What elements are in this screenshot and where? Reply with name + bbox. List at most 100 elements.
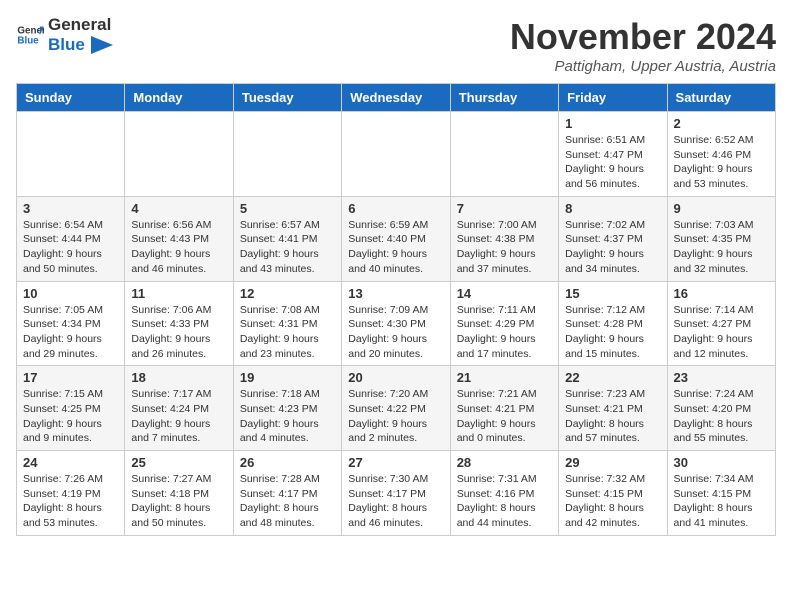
day-number: 5 [240,201,335,216]
calendar-cell: 1 Sunrise: 6:51 AM Sunset: 4:47 PM Daylig… [559,112,667,197]
day-info: Sunrise: 7:34 AM Sunset: 4:15 PM Dayligh… [674,472,769,531]
calendar-week-row: 17 Sunrise: 7:15 AM Sunset: 4:25 PM Dayli… [17,366,776,451]
day-info: Sunrise: 7:21 AM Sunset: 4:21 PM Dayligh… [457,387,552,446]
logo-arrow-icon [91,36,113,54]
calendar-cell [450,112,558,197]
svg-text:Blue: Blue [17,36,39,47]
day-info: Sunrise: 7:03 AM Sunset: 4:35 PM Dayligh… [674,218,769,277]
day-number: 26 [240,455,335,470]
calendar-cell: 17 Sunrise: 7:15 AM Sunset: 4:25 PM Dayli… [17,366,125,451]
calendar-cell: 29 Sunrise: 7:32 AM Sunset: 4:15 PM Dayli… [559,451,667,536]
calendar-week-row: 10Sunrise: 7:05 AM Sunset: 4:34 PM Dayli… [17,281,776,366]
calendar-header-thursday: Thursday [450,84,558,112]
day-info: Sunrise: 7:27 AM Sunset: 4:18 PM Dayligh… [131,472,226,531]
day-number: 17 [23,370,118,385]
calendar-cell: 23Sunrise: 7:24 AM Sunset: 4:20 PM Dayli… [667,366,775,451]
calendar-cell [125,112,233,197]
day-number: 16 [674,286,769,301]
day-number: 25 [131,455,226,470]
day-number: 19 [240,370,335,385]
day-info: Sunrise: 6:51 AM Sunset: 4:47 PM Dayligh… [565,133,660,192]
calendar-cell: 18 Sunrise: 7:17 AM Sunset: 4:24 PM Dayli… [125,366,233,451]
calendar-header-tuesday: Tuesday [233,84,341,112]
day-number: 28 [457,455,552,470]
page-title: November 2024 [510,16,776,58]
calendar-header-sunday: Sunday [17,84,125,112]
day-info: Sunrise: 7:20 AM Sunset: 4:22 PM Dayligh… [348,387,443,446]
day-number: 22 [565,370,660,385]
day-info: Sunrise: 6:52 AM Sunset: 4:46 PM Dayligh… [674,133,769,192]
calendar-cell [342,112,450,197]
calendar-cell: 15 Sunrise: 7:12 AM Sunset: 4:28 PM Dayli… [559,281,667,366]
day-number: 14 [457,286,552,301]
calendar-header-row: SundayMondayTuesdayWednesdayThursdayFrid… [17,84,776,112]
logo-icon: General Blue [16,21,44,49]
calendar-cell: 12Sunrise: 7:08 AM Sunset: 4:31 PM Dayli… [233,281,341,366]
logo-blue: Blue [48,35,85,54]
calendar-cell: 26 Sunrise: 7:28 AM Sunset: 4:17 PM Dayli… [233,451,341,536]
calendar-cell: 20Sunrise: 7:20 AM Sunset: 4:22 PM Dayli… [342,366,450,451]
day-info: Sunrise: 7:18 AM Sunset: 4:23 PM Dayligh… [240,387,335,446]
day-info: Sunrise: 7:00 AM Sunset: 4:38 PM Dayligh… [457,218,552,277]
calendar-cell: 27 Sunrise: 7:30 AM Sunset: 4:17 PM Dayli… [342,451,450,536]
day-info: Sunrise: 6:57 AM Sunset: 4:41 PM Dayligh… [240,218,335,277]
day-info: Sunrise: 6:54 AM Sunset: 4:44 PM Dayligh… [23,218,118,277]
calendar-cell: 30Sunrise: 7:34 AM Sunset: 4:15 PM Dayli… [667,451,775,536]
calendar-cell: 2 Sunrise: 6:52 AM Sunset: 4:46 PM Daylig… [667,112,775,197]
calendar-week-row: 1 Sunrise: 6:51 AM Sunset: 4:47 PM Daylig… [17,112,776,197]
day-info: Sunrise: 7:15 AM Sunset: 4:25 PM Dayligh… [23,387,118,446]
calendar-cell: 16Sunrise: 7:14 AM Sunset: 4:27 PM Dayli… [667,281,775,366]
day-number: 4 [131,201,226,216]
day-number: 18 [131,370,226,385]
day-info: Sunrise: 7:30 AM Sunset: 4:17 PM Dayligh… [348,472,443,531]
calendar-cell: 10Sunrise: 7:05 AM Sunset: 4:34 PM Dayli… [17,281,125,366]
day-info: Sunrise: 7:02 AM Sunset: 4:37 PM Dayligh… [565,218,660,277]
day-number: 7 [457,201,552,216]
day-number: 8 [565,201,660,216]
day-number: 27 [348,455,443,470]
day-number: 10 [23,286,118,301]
calendar-cell: 9Sunrise: 7:03 AM Sunset: 4:35 PM Daylig… [667,196,775,281]
calendar-cell: 19 Sunrise: 7:18 AM Sunset: 4:23 PM Dayli… [233,366,341,451]
day-number: 29 [565,455,660,470]
calendar-header-monday: Monday [125,84,233,112]
calendar-header-saturday: Saturday [667,84,775,112]
calendar-header-friday: Friday [559,84,667,112]
calendar-cell: 28 Sunrise: 7:31 AM Sunset: 4:16 PM Dayli… [450,451,558,536]
page-header: General Blue General Blue November 2024 … [16,16,776,75]
calendar-cell: 13Sunrise: 7:09 AM Sunset: 4:30 PM Dayli… [342,281,450,366]
calendar-cell: 25 Sunrise: 7:27 AM Sunset: 4:18 PM Dayli… [125,451,233,536]
day-info: Sunrise: 7:17 AM Sunset: 4:24 PM Dayligh… [131,387,226,446]
day-info: Sunrise: 7:23 AM Sunset: 4:21 PM Dayligh… [565,387,660,446]
day-info: Sunrise: 6:56 AM Sunset: 4:43 PM Dayligh… [131,218,226,277]
calendar-cell: 21 Sunrise: 7:21 AM Sunset: 4:21 PM Dayli… [450,366,558,451]
calendar-cell: 14 Sunrise: 7:11 AM Sunset: 4:29 PM Dayli… [450,281,558,366]
calendar-cell: 6 Sunrise: 6:59 AM Sunset: 4:40 PM Daylig… [342,196,450,281]
day-number: 13 [348,286,443,301]
calendar-cell: 4 Sunrise: 6:56 AM Sunset: 4:43 PM Daylig… [125,196,233,281]
calendar-cell: 11Sunrise: 7:06 AM Sunset: 4:33 PM Dayli… [125,281,233,366]
day-number: 12 [240,286,335,301]
day-number: 2 [674,116,769,131]
day-number: 21 [457,370,552,385]
calendar-cell: 7 Sunrise: 7:00 AM Sunset: 4:38 PM Daylig… [450,196,558,281]
calendar-cell [233,112,341,197]
day-number: 1 [565,116,660,131]
day-info: Sunrise: 7:32 AM Sunset: 4:15 PM Dayligh… [565,472,660,531]
day-number: 6 [348,201,443,216]
day-info: Sunrise: 7:28 AM Sunset: 4:17 PM Dayligh… [240,472,335,531]
day-info: Sunrise: 6:59 AM Sunset: 4:40 PM Dayligh… [348,218,443,277]
day-number: 3 [23,201,118,216]
title-block: November 2024 Pattigham, Upper Austria, … [510,16,776,75]
calendar-header-wednesday: Wednesday [342,84,450,112]
day-info: Sunrise: 7:06 AM Sunset: 4:33 PM Dayligh… [131,303,226,362]
day-info: Sunrise: 7:12 AM Sunset: 4:28 PM Dayligh… [565,303,660,362]
logo: General Blue General Blue [16,16,113,55]
day-info: Sunrise: 7:26 AM Sunset: 4:19 PM Dayligh… [23,472,118,531]
day-number: 15 [565,286,660,301]
day-number: 24 [23,455,118,470]
page-subtitle: Pattigham, Upper Austria, Austria [510,58,776,75]
day-info: Sunrise: 7:11 AM Sunset: 4:29 PM Dayligh… [457,303,552,362]
calendar-cell [17,112,125,197]
day-info: Sunrise: 7:31 AM Sunset: 4:16 PM Dayligh… [457,472,552,531]
